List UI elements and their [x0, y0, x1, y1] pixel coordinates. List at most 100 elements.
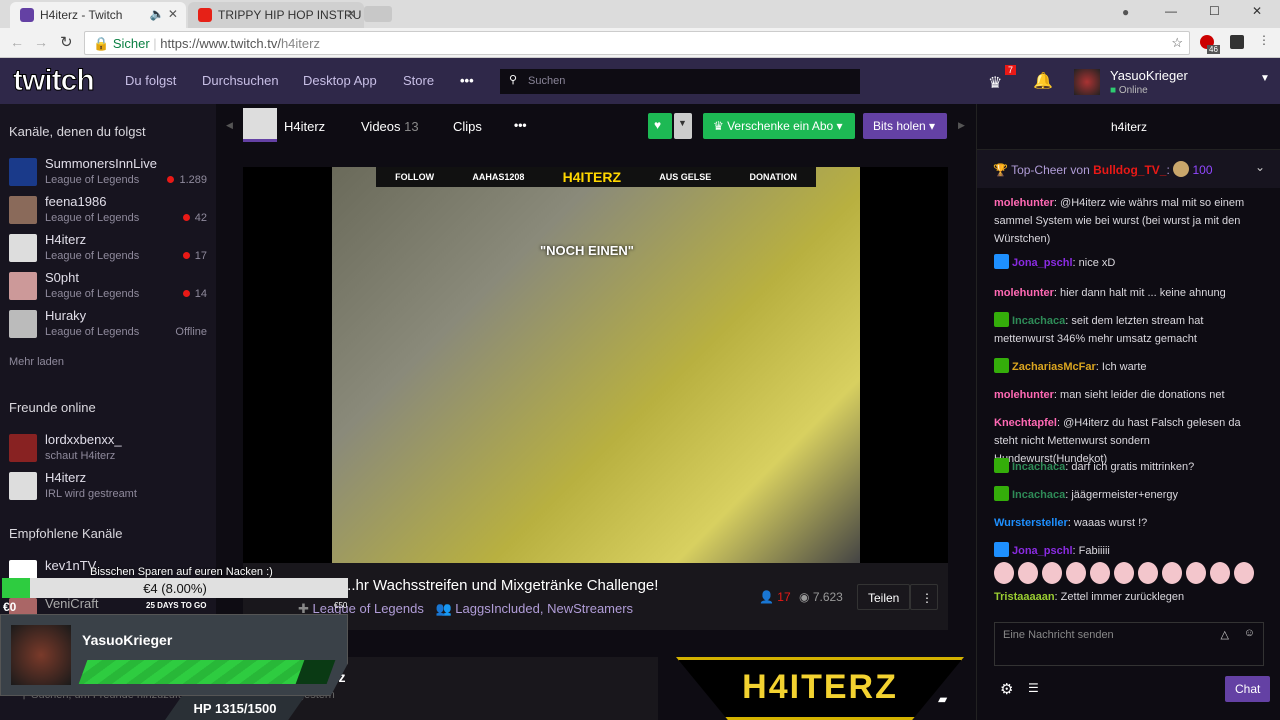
game-link[interactable]: League of Legends: [313, 601, 424, 616]
user-menu-chevron-icon[interactable]: ▼: [1260, 73, 1270, 84]
maximize-button[interactable]: ☐: [1209, 4, 1220, 18]
follow-heart-button[interactable]: ♥: [648, 113, 672, 139]
chat-username[interactable]: molehunter: [994, 287, 1054, 299]
followed-channel[interactable]: feena1986 League of Legends 42: [9, 194, 209, 230]
channel-bar: ◀ H4iterz Videos 13 Clips ••• ♥ ▼ ♛ Vers…: [216, 104, 976, 150]
chat-username[interactable]: ZachariasMcFar: [1012, 361, 1096, 373]
chat-bubble-icon[interactable]: ▰: [938, 692, 947, 706]
notifications-bell-icon[interactable]: 🔔: [1033, 71, 1053, 91]
total-views: ◉ 7.623: [799, 590, 843, 604]
tab-youtube[interactable]: TRIPPY HIP HOP INSTRU ✕: [188, 2, 364, 28]
followed-channel[interactable]: H4iterz League of Legends 17: [9, 232, 209, 268]
chat-username[interactable]: Incachaca: [1012, 315, 1065, 327]
chat-text: darf ich gratis mittrinken?: [1071, 461, 1195, 473]
emote-icon[interactable]: ☺: [1244, 627, 1255, 639]
chat-username[interactable]: molehunter: [994, 389, 1054, 401]
donation-goal-title: Bisschen Sparen auf euren Nacken :): [90, 566, 273, 578]
chat-text: jäägermeister+energy: [1071, 489, 1179, 501]
chat-text: Ich warte: [1101, 361, 1147, 373]
load-more-link[interactable]: Mehr laden: [9, 356, 64, 368]
search-placeholder: Suchen: [528, 75, 566, 87]
tab-title: TRIPPY HIP HOP INSTRU: [218, 8, 362, 22]
emote-row: [994, 560, 1266, 590]
search-input[interactable]: ⚲ Suchen: [500, 69, 860, 94]
game-controller-icon: ✚: [298, 601, 313, 616]
live-viewers: 👤 17: [759, 590, 791, 604]
viewer-list-icon[interactable]: ☰: [1028, 681, 1039, 695]
pink-emote-icon: [1018, 562, 1038, 584]
followed-channel[interactable]: S0pht League of Legends 14: [9, 270, 209, 306]
chat-username[interactable]: Jona_pschl: [1012, 545, 1073, 557]
profile-icon[interactable]: ●: [1122, 5, 1129, 19]
nav-following[interactable]: Du folgst: [125, 73, 176, 88]
bookmark-star-icon[interactable]: ☆: [1171, 35, 1183, 51]
top-cheer-user[interactable]: Bulldog_TV_: [1093, 163, 1166, 177]
close-tab-icon[interactable]: ✕: [346, 7, 356, 21]
lock-icon: 🔒: [93, 36, 110, 51]
videos-tab[interactable]: Videos 13: [361, 119, 419, 134]
clips-tab[interactable]: Clips: [453, 119, 482, 134]
more-options-button[interactable]: ⋮: [910, 584, 938, 610]
get-bits-button[interactable]: Bits holen ▾: [863, 113, 947, 139]
user-name[interactable]: YasuoKrieger: [1110, 68, 1188, 83]
close-tab-icon[interactable]: 🔈 ✕: [150, 7, 178, 21]
follow-dropdown-button[interactable]: ▼: [674, 113, 692, 139]
channel-avatar[interactable]: [243, 108, 277, 142]
pink-emote-icon: [1210, 562, 1230, 584]
gift-sub-button[interactable]: ♛ Verschenke ein Abo ▾: [703, 113, 855, 139]
subscriber-badge-icon: [994, 254, 1009, 269]
pink-emote-icon: [1162, 562, 1182, 584]
chat-message: Jona_pschl: nice xD: [994, 254, 1266, 272]
bits-icon[interactable]: △: [1221, 628, 1229, 641]
hp-widget: YasuoKrieger: [0, 614, 348, 696]
overlay-caption: "NOCH EINEN": [540, 243, 634, 258]
channel-name-tab[interactable]: H4iterz: [284, 119, 325, 134]
chat-username[interactable]: molehunter: [994, 197, 1054, 209]
chat-message: Incachaca: jäägermeister+energy: [994, 486, 1266, 504]
friend-item[interactable]: lordxxbenxx_ schaut H4iterz: [9, 432, 209, 468]
followed-channel[interactable]: SummonersInnLive League of Legends 1.289: [9, 156, 209, 192]
chat-send-button[interactable]: Chat: [1225, 676, 1271, 702]
chat-input[interactable]: Eine Nachricht senden △ ☺: [994, 622, 1264, 666]
nav-store[interactable]: Store: [403, 73, 434, 88]
chat-text: Fabiiiii: [1078, 545, 1110, 557]
chat-username[interactable]: Jona_pschl: [1012, 257, 1073, 269]
chat-username[interactable]: Incachaca: [1012, 461, 1065, 473]
friend-avatar: [9, 434, 37, 462]
extension-icon-2[interactable]: [1230, 35, 1244, 49]
collapse-left-icon[interactable]: ◀: [226, 120, 233, 131]
reload-icon[interactable]: ↻: [60, 33, 73, 51]
nav-browse[interactable]: Durchsuchen: [202, 73, 279, 88]
team-link[interactable]: NewStreamers: [547, 601, 633, 616]
minimize-button[interactable]: —: [1165, 4, 1177, 18]
team-link[interactable]: LaggsIncluded: [455, 601, 540, 616]
twitch-logo[interactable]: twitch: [13, 64, 96, 98]
followed-channel[interactable]: Huraky League of Legends Offline: [9, 308, 209, 344]
chat-username[interactable]: Tristaaaaan: [994, 591, 1055, 603]
nav-more-button[interactable]: •••: [460, 73, 474, 88]
chat-settings-gear-icon[interactable]: ⚙: [1000, 680, 1013, 698]
user-avatar[interactable]: [1074, 69, 1100, 95]
friend-item[interactable]: H4iterz IRL wird gestreamt: [9, 470, 209, 506]
nav-desktop-app[interactable]: Desktop App: [303, 73, 377, 88]
chat-message: ZachariasMcFar: Ich warte: [994, 358, 1266, 376]
chat-username[interactable]: Knechtapfel: [994, 417, 1057, 429]
chat-username[interactable]: Incachaca: [1012, 489, 1065, 501]
new-tab-button[interactable]: [364, 6, 392, 22]
twitch-favicon-icon: [20, 8, 34, 22]
forward-icon[interactable]: →: [34, 34, 48, 50]
stream-video-frame[interactable]: FOLLOW AAHAS1208 H4ITERZ AUS GELSE DONATION …: [332, 167, 860, 563]
tab-twitch[interactable]: H4iterz - Twitch 🔈 ✕: [10, 2, 186, 28]
url-field[interactable]: 🔒 Sicher | https://www.twitch.tv/h4iterz…: [84, 31, 1190, 55]
close-window-button[interactable]: ✕: [1252, 4, 1262, 18]
share-button[interactable]: Teilen: [857, 584, 911, 610]
back-icon[interactable]: ←: [10, 34, 24, 50]
chrome-menu-icon[interactable]: ⋮: [1258, 33, 1270, 47]
collapse-right-icon[interactable]: ▶: [958, 120, 965, 131]
chat-username[interactable]: Wurstersteller: [994, 517, 1068, 529]
collapse-chevron-icon[interactable]: ⌄: [1255, 160, 1265, 174]
subscriber-badge-icon: [994, 542, 1009, 557]
chat-text: Zettel immer zurücklegen: [1060, 591, 1185, 603]
channel-more-button[interactable]: •••: [514, 118, 527, 132]
crown-icon[interactable]: ♛: [988, 73, 1002, 93]
